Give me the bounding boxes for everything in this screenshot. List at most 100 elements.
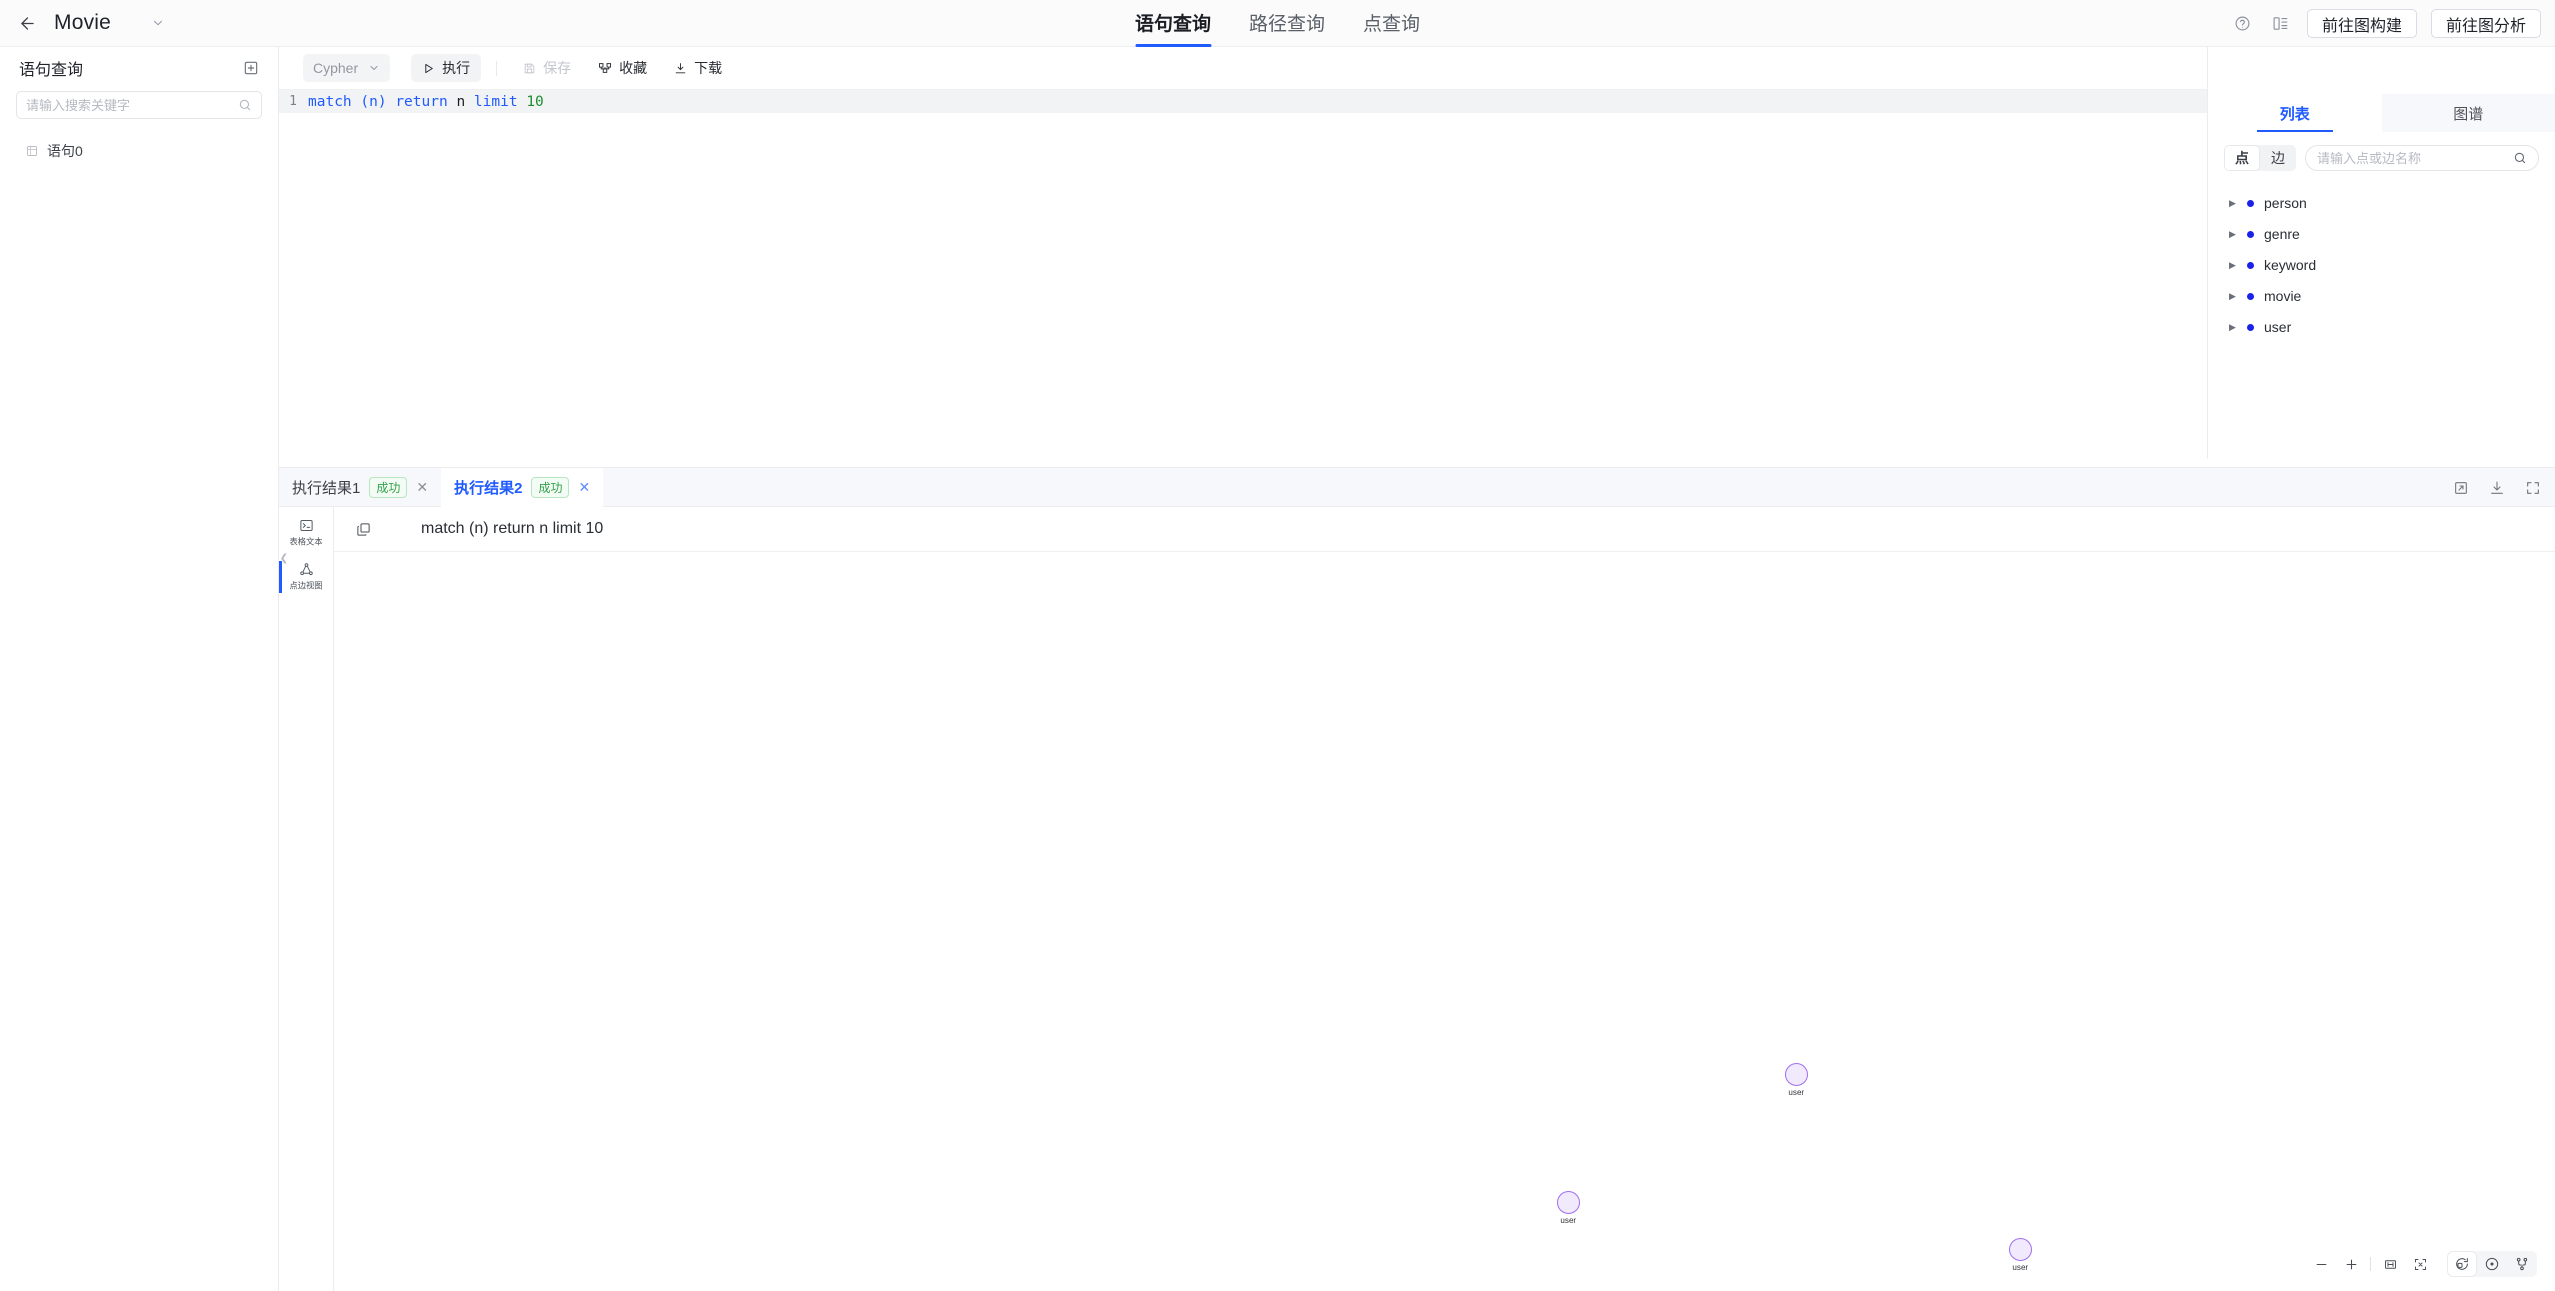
right-panel-tabs: 列表 图谱 xyxy=(2208,94,2555,132)
back-arrow-icon[interactable] xyxy=(14,10,40,36)
nav-tab-node-query[interactable]: 点查询 xyxy=(1363,9,1420,47)
results-view-rail: ❮ 表格文本 点边视图 xyxy=(279,507,334,1291)
download-button[interactable]: 下载 xyxy=(663,54,733,82)
sidebar-title: 语句查询 xyxy=(19,62,84,79)
plus-square-icon[interactable] xyxy=(243,60,260,77)
goto-graph-build-button[interactable]: 前往图构建 xyxy=(2306,9,2417,38)
segment-edge[interactable]: 边 xyxy=(2260,145,2296,171)
chevron-right-icon[interactable]: ▶ xyxy=(2229,229,2237,239)
search-icon xyxy=(2513,151,2527,165)
language-select[interactable]: Cypher xyxy=(303,54,391,82)
graph-node[interactable]: user xyxy=(1557,1191,1580,1225)
chevron-down-icon[interactable] xyxy=(151,16,165,30)
layout-rotate-button[interactable] xyxy=(2447,1251,2477,1277)
tab-graph[interactable]: 图谱 xyxy=(2381,94,2555,132)
list-item[interactable]: ▶ person xyxy=(2208,192,2555,214)
node-edge-search-input[interactable] xyxy=(2317,150,2513,166)
rail-item-label: 点边视图 xyxy=(289,581,323,591)
list-item[interactable]: ▶ genre xyxy=(2208,223,2555,245)
main-nav-tabs: 语句查询 路径查询 点查询 xyxy=(1134,0,1420,47)
status-badge: 成功 xyxy=(531,476,570,498)
code-editor[interactable]: 1 match (n) return n limit 10 xyxy=(279,90,2277,467)
chevron-right-icon[interactable]: ▶ xyxy=(2229,198,2237,208)
node-edge-search[interactable] xyxy=(2305,145,2539,171)
list-item[interactable]: ▶ user xyxy=(2208,316,2555,338)
list-item-label: keyword xyxy=(2264,257,2317,273)
rail-item-table-text[interactable]: 表格文本 xyxy=(279,511,333,555)
right-panel: 列表 图谱 点 边 ▶ person ▶ xyxy=(2207,47,2555,459)
language-select-value: Cypher xyxy=(313,60,359,76)
save-button[interactable]: 保存 xyxy=(512,54,582,82)
sidebar-item-statement-0[interactable]: 语句0 xyxy=(0,139,278,163)
result-tab-1[interactable]: 执行结果1 成功 ✕ xyxy=(279,468,441,507)
panel-layout-icon[interactable] xyxy=(2269,12,2293,36)
list-item-label: movie xyxy=(2264,288,2302,304)
list-item-label: person xyxy=(2264,195,2307,211)
document-icon xyxy=(26,145,38,157)
save-icon xyxy=(523,62,536,75)
bookmark-icon xyxy=(598,61,612,75)
schema-node-list: ▶ person ▶ genre ▶ keyword ▶ movie ▶ use… xyxy=(2208,171,2555,338)
tab-list[interactable]: 列表 xyxy=(2208,94,2382,132)
nav-tab-statement-query[interactable]: 语句查询 xyxy=(1134,9,1212,47)
zoom-in-button[interactable] xyxy=(2336,1251,2366,1277)
result-tab-label: 执行结果1 xyxy=(292,479,361,497)
code-line-1[interactable]: 1 match (n) return n limit 10 xyxy=(279,90,2277,113)
code-token: 10 xyxy=(526,93,544,110)
graph-canvas[interactable]: user user user user xyxy=(334,552,2555,1291)
node-color-dot xyxy=(2247,199,2254,207)
rail-item-node-edge-view[interactable]: 点边视图 xyxy=(279,555,333,599)
node-color-dot xyxy=(2247,292,2254,300)
graph-mode-group xyxy=(2447,1251,2537,1277)
line-number: 1 xyxy=(289,94,297,109)
results-actions xyxy=(2453,468,2541,507)
question-circle-icon[interactable] xyxy=(2231,12,2255,36)
target-focus-button[interactable] xyxy=(2477,1251,2507,1277)
terminal-icon xyxy=(299,518,314,533)
save-button-label: 保存 xyxy=(543,60,572,76)
graph-node-label: user xyxy=(1788,1087,1805,1097)
rail-item-label: 表格文本 xyxy=(289,537,323,547)
fullscreen-icon[interactable] xyxy=(2525,480,2541,496)
list-item-label: user xyxy=(2264,319,2292,335)
right-panel-filter: 点 边 xyxy=(2208,132,2555,171)
open-external-icon[interactable] xyxy=(2453,480,2469,496)
fit-screen-button[interactable] xyxy=(2375,1251,2405,1277)
node-edge-segment: 点 边 xyxy=(2224,145,2296,171)
run-button[interactable]: 执行 xyxy=(411,54,482,82)
result-tab-2[interactable]: 执行结果2 成功 ✕ xyxy=(441,467,604,507)
close-icon[interactable]: ✕ xyxy=(416,479,428,496)
favorite-button[interactable]: 收藏 xyxy=(587,54,658,82)
goto-graph-analysis-button[interactable]: 前往图分析 xyxy=(2430,9,2541,38)
sidebar-item-label: 语句0 xyxy=(47,143,83,159)
graph-node[interactable]: user xyxy=(1785,1063,1808,1097)
code-token: return xyxy=(395,93,448,110)
download-icon[interactable] xyxy=(2489,480,2505,496)
sidebar-search[interactable] xyxy=(16,91,262,119)
list-item[interactable]: ▶ movie xyxy=(2208,285,2555,307)
top-right-actions: 前往图构建 前往图分析 xyxy=(2231,0,2541,47)
graph-node[interactable]: user xyxy=(2009,1238,2032,1272)
list-item[interactable]: ▶ keyword xyxy=(2208,254,2555,276)
chevron-right-icon[interactable]: ▶ xyxy=(2229,260,2237,270)
zoom-out-button[interactable] xyxy=(2306,1251,2336,1277)
close-icon[interactable]: ✕ xyxy=(578,479,590,496)
code-token: match xyxy=(308,93,352,110)
branch-tree-button[interactable] xyxy=(2507,1251,2537,1277)
chevron-right-icon[interactable]: ▶ xyxy=(2229,322,2237,332)
top-bar: Movie 语句查询 路径查询 点查询 前往图构建 前往图分析 xyxy=(0,0,2555,47)
copy-icon[interactable] xyxy=(356,522,371,537)
search-input[interactable] xyxy=(26,97,238,113)
center-focus-button[interactable] xyxy=(2405,1251,2435,1277)
graph-nodes-icon xyxy=(299,562,314,577)
executed-query-strip: match (n) return n limit 10 xyxy=(334,507,2555,552)
graph-node-label: user xyxy=(2012,1262,2029,1272)
code-token: limit xyxy=(473,93,518,110)
nav-tab-path-query[interactable]: 路径查询 xyxy=(1249,9,1325,47)
chevron-right-icon[interactable]: ▶ xyxy=(2229,291,2237,301)
segment-node[interactable]: 点 xyxy=(2224,145,2260,171)
